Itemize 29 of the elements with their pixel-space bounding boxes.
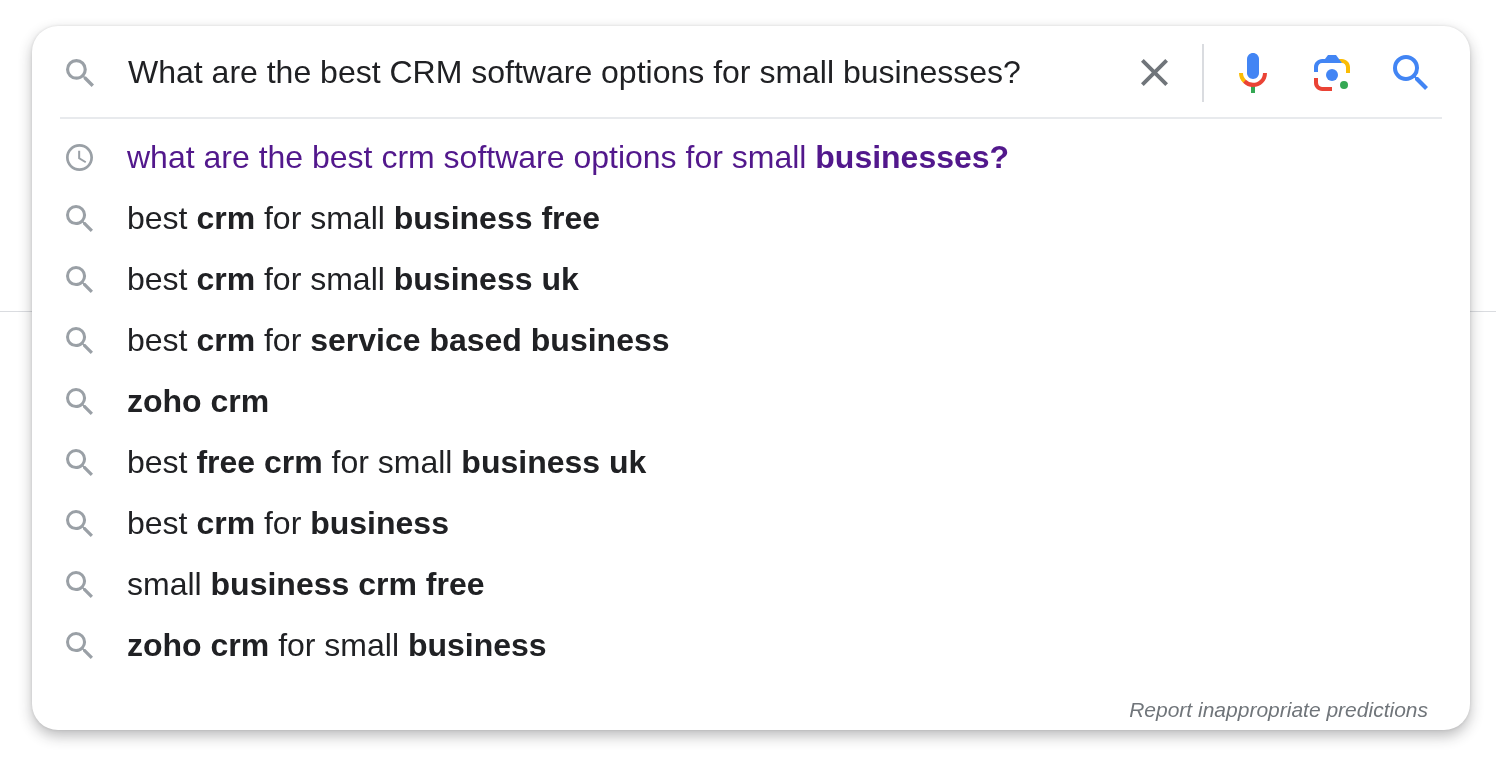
- search-icon: [66, 266, 93, 293]
- search-icon: [66, 327, 93, 354]
- search-icon: [66, 388, 93, 415]
- close-icon: [1141, 59, 1168, 86]
- suggestion-item[interactable]: small business crm free: [66, 554, 485, 615]
- search-icon: [66, 449, 93, 476]
- suggestion-item[interactable]: best crm for small business uk: [66, 249, 579, 310]
- suggestion-item[interactable]: best free crm for small business uk: [66, 432, 647, 493]
- clear-button[interactable]: [1141, 59, 1168, 86]
- suggestion-item[interactable]: zoho crm: [66, 371, 270, 432]
- camera-icon: [1314, 54, 1350, 91]
- search-icon: [66, 510, 93, 537]
- search-input[interactable]: What are the best CRM software options for small businesses?: [128, 50, 1123, 95]
- search-icon: [66, 205, 93, 232]
- clock-icon: [66, 144, 93, 171]
- suggestion-item[interactable]: zoho crm for small business: [66, 615, 547, 676]
- voice-search-button[interactable]: [1239, 52, 1267, 93]
- search-icon: [66, 571, 93, 598]
- search-icon: [66, 632, 93, 659]
- search-icon: [1393, 55, 1428, 90]
- suggestion-item[interactable]: best crm for service based business: [66, 310, 670, 371]
- suggestion-item[interactable]: what are the best crm software options for small businesses?: [66, 127, 1010, 188]
- suggestion-item[interactable]: best crm for business: [66, 493, 449, 554]
- search-icon: [66, 58, 94, 87]
- image-search-button[interactable]: [1314, 54, 1350, 91]
- suggestion-item[interactable]: best crm for small business free: [66, 188, 601, 249]
- microphone-icon: [1239, 52, 1267, 93]
- search-button[interactable]: [1393, 55, 1428, 90]
- report-link[interactable]: Report inappropriate predictions: [1129, 697, 1428, 723]
